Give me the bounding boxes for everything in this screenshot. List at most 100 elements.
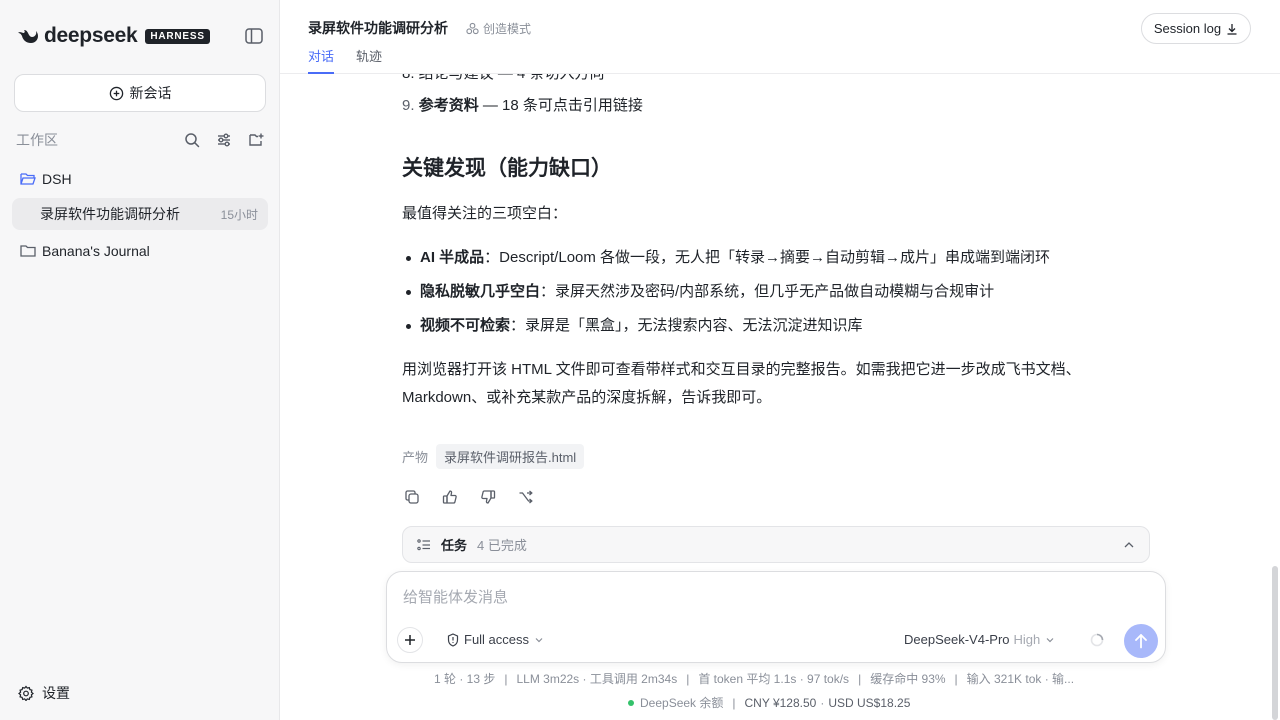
sidebar-panel-icon xyxy=(245,28,263,44)
message-actions xyxy=(402,487,554,507)
closing-paragraph: 用浏览器打开该 HTML 文件即可查看带样式和交互目录的完整报告。如需我把它进一… xyxy=(402,361,1081,406)
session-item-active[interactable]: 录屏软件功能调研分析 15小时 xyxy=(12,198,268,230)
plus-icon xyxy=(405,635,415,645)
stat-rounds: 1 轮 · 13 步 xyxy=(434,672,496,686)
list-item-text: — 18 条可点击引用链接 xyxy=(478,97,643,114)
scrollbar-thumb[interactable] xyxy=(1272,566,1278,720)
thumbs-down-icon xyxy=(481,490,496,504)
chevron-up-icon xyxy=(1124,541,1134,547)
sidebar: deepseek HARNESS 新会话 工作区 DSH 录屏软件功能调研分析 … xyxy=(0,0,280,720)
filter-button[interactable] xyxy=(214,130,234,150)
access-label: Full access xyxy=(464,632,530,647)
model-name: DeepSeek-V4-Pro xyxy=(904,632,1010,647)
thumbs-up-button[interactable] xyxy=(440,487,460,507)
stat-cache: 缓存命中 93% xyxy=(870,672,946,686)
harness-badge: HARNESS xyxy=(145,28,210,44)
model-select[interactable]: DeepSeek-V4-Pro High xyxy=(904,632,1055,647)
access-mode-select[interactable]: Full access xyxy=(447,632,544,647)
balance-row: DeepSeek 余额 | CNY ¥128.50 · USD US$18.25 xyxy=(628,694,910,711)
artifact-row: 产物 录屏软件调研报告.html xyxy=(402,444,585,469)
settings-label: 设置 xyxy=(42,685,70,701)
balance-label: DeepSeek 余额 xyxy=(640,696,724,710)
settings-button[interactable]: 设置 xyxy=(18,683,70,703)
new-chat-label: 新会话 xyxy=(129,85,172,101)
arrow-up-icon xyxy=(1135,634,1147,649)
task-list-icon xyxy=(417,538,430,550)
new-chat-button[interactable]: 新会话 xyxy=(14,74,266,112)
workspace-header: 工作区 xyxy=(16,130,266,150)
chevron-down-icon xyxy=(535,637,543,642)
folder-label: DSH xyxy=(42,171,72,187)
session-title: 录屏软件功能调研分析 xyxy=(40,206,180,222)
branch-icon xyxy=(519,490,533,504)
session-log-label: Session log xyxy=(1153,21,1222,36)
download-icon xyxy=(1227,23,1237,35)
send-button[interactable] xyxy=(1124,624,1158,658)
bullet-text: ：Descript/Loom 各做一段，无人把「转录→摘要→自动剪辑→成片」串成… xyxy=(484,249,1051,266)
sliders-icon xyxy=(218,133,230,147)
tab-trajectory[interactable]: 轨迹 xyxy=(356,48,382,74)
thumbs-up-icon xyxy=(442,490,457,504)
page-title: 录屏软件功能调研分析 xyxy=(308,20,448,36)
copy-button[interactable] xyxy=(402,487,422,507)
bullet-text: ：录屏是「黑盒」，无法搜索内容、无法沉淀进知识库 xyxy=(510,317,863,334)
workspace-label: 工作区 xyxy=(16,132,58,148)
stat-llm: LLM 3m22s · 工具调用 2m34s xyxy=(516,672,678,686)
bullet-bold: AI 半成品 xyxy=(420,249,485,266)
header-tabs: 对话 轨迹 xyxy=(308,48,404,74)
sidebar-toggle-button[interactable] xyxy=(244,27,264,45)
balance-cny: CNY ¥128.50 xyxy=(744,695,817,710)
attach-button[interactable] xyxy=(397,627,423,653)
task-label: 任务 xyxy=(441,538,468,553)
loading-spinner-icon xyxy=(1090,633,1104,647)
copy-icon xyxy=(405,490,419,504)
gear-icon xyxy=(18,685,34,701)
mode-badge[interactable]: 创造模式 xyxy=(466,20,531,37)
message-input[interactable] xyxy=(403,586,1143,608)
stat-first-token: 首 token 平均 1.1s · 97 tok/s xyxy=(698,672,850,686)
creative-mode-icon xyxy=(466,22,479,34)
session-log-button[interactable]: Session log xyxy=(1141,13,1251,44)
logo[interactable]: deepseek HARNESS xyxy=(16,24,210,48)
tab-chat[interactable]: 对话 xyxy=(308,48,335,74)
folder-label: Banana's Journal xyxy=(42,243,150,259)
branch-button[interactable] xyxy=(516,487,536,507)
findings-list: AI 半成品：Descript/Loom 各做一段，无人把「转录→摘要→自动剪辑… xyxy=(402,244,1150,346)
bullet-text: ：录屏天然涉及密码/内部系统，但几乎无产品做自动模糊与合规审计 xyxy=(540,283,995,300)
folder-open-icon xyxy=(20,173,36,185)
plus-circle-icon xyxy=(109,86,123,100)
chevron-down-icon xyxy=(1046,637,1054,642)
artifact-file-link[interactable]: 录屏软件调研报告.html xyxy=(436,444,585,469)
folder-icon xyxy=(20,245,36,257)
section-heading: 关键发现（能力缺口） xyxy=(402,157,612,180)
search-button[interactable] xyxy=(182,130,202,150)
thumbs-down-button[interactable] xyxy=(478,487,498,507)
bullet-bold: 视频不可检索 xyxy=(420,317,511,334)
mode-label: 创造模式 xyxy=(483,21,532,36)
logo-text: deepseek xyxy=(44,24,138,47)
deepseek-whale-icon xyxy=(18,30,38,43)
folder-plus-icon xyxy=(249,133,264,146)
reasoning-level: High xyxy=(1013,632,1041,647)
title-row: 录屏软件功能调研分析 创造模式 xyxy=(308,18,531,38)
bullet-bold: 隐私脱敏几乎空白 xyxy=(420,283,541,300)
stat-io: 输入 321K tok · 输... xyxy=(966,672,1075,686)
list-number: 9. xyxy=(402,97,415,114)
task-panel-toggle[interactable]: 任务 4 已完成 xyxy=(402,526,1150,563)
shield-icon xyxy=(447,632,459,647)
list-item: 视频不可检索：录屏是「黑盒」，无法搜索内容、无法沉淀进知识库 xyxy=(402,312,1150,346)
list-item: 隐私脱敏几乎空白：录屏天然涉及密码/内部系统，但几乎无产品做自动模糊与合规审计 xyxy=(402,278,1150,312)
composer: Full access DeepSeek-V4-Pro High xyxy=(386,571,1166,663)
artifact-label: 产物 xyxy=(402,450,429,465)
list-item-bold: 参考资料 xyxy=(418,97,479,114)
task-count: 4 已完成 xyxy=(477,538,527,553)
folder-dsh[interactable]: DSH xyxy=(20,168,72,190)
intro-paragraph: 最值得关注的三项空白： xyxy=(402,205,568,222)
list-item: AI 半成品：Descript/Loom 各做一段，无人把「转录→摘要→自动剪辑… xyxy=(402,244,1150,278)
session-time: 15小时 xyxy=(220,207,258,222)
new-folder-button[interactable] xyxy=(246,130,266,150)
folder-bananas-journal[interactable]: Banana's Journal xyxy=(20,240,150,262)
run-stats: 1 轮 · 13 步 | LLM 3m22s · 工具调用 2m34s | 首 toke… xyxy=(434,672,1075,686)
search-icon xyxy=(185,133,200,148)
status-dot xyxy=(628,699,634,706)
